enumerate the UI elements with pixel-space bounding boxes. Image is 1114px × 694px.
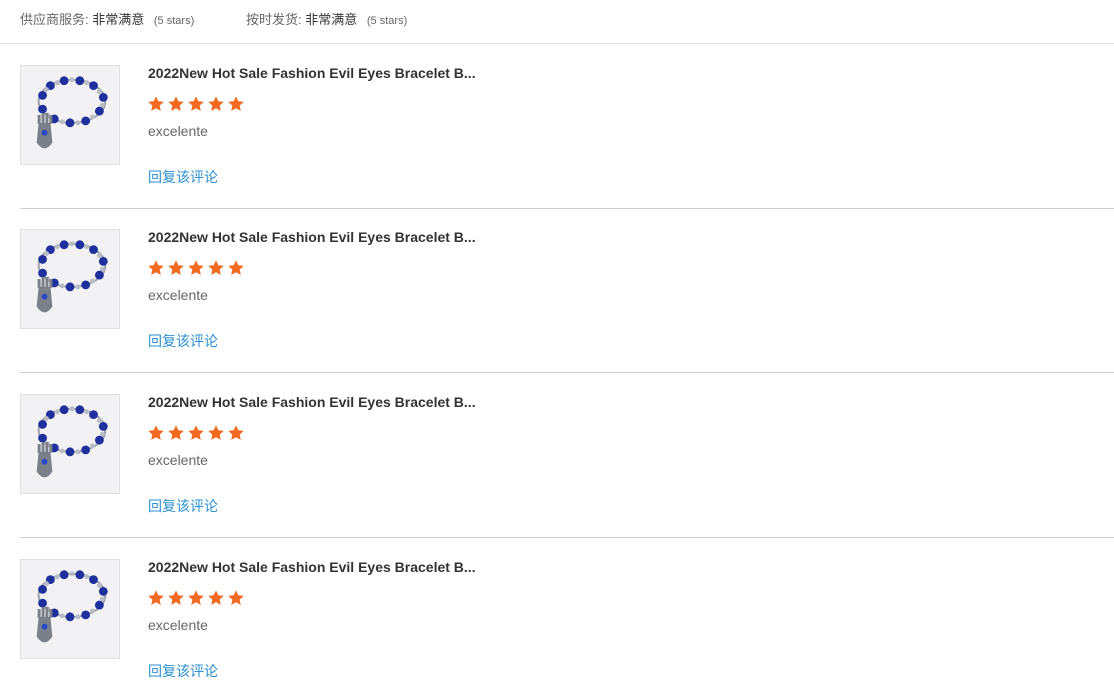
on-time-shipping-label: 按时发货: [246,12,302,27]
star-icon [148,425,164,440]
on-time-shipping-value: 非常满意 [305,12,358,27]
review-item: 2022New Hot Sale Fashion Evil Eyes Brace… [20,209,1114,373]
feedback-page: 供应商服务: 非常满意 (5 stars) 按时发货: 非常满意 (5 star… [0,0,1114,694]
bracelet-image[interactable] [20,559,120,659]
star-icon [228,260,244,275]
product-title[interactable]: 2022New Hot Sale Fashion Evil Eyes Brace… [148,559,476,576]
product-title[interactable]: 2022New Hot Sale Fashion Evil Eyes Brace… [148,65,476,82]
star-icon [208,96,224,111]
reply-review-link[interactable]: 回复该评论 [148,663,218,679]
star-icon [188,590,204,605]
supplier-service-label: 供应商服务: [20,12,89,27]
review-text: excelente [148,287,208,303]
reply-review-link[interactable]: 回复该评论 [148,333,218,349]
bracelet-image-icon [21,66,119,164]
bracelet-image-icon [21,395,119,493]
product-title[interactable]: 2022New Hot Sale Fashion Evil Eyes Brace… [148,394,476,411]
bracelet-image[interactable] [20,65,120,165]
supplier-service-stars-note: (5 stars) [153,15,195,27]
star-rating [147,589,245,607]
bracelet-image[interactable] [20,229,120,329]
on-time-shipping-rating: 按时发货: 非常满意 (5 stars) [246,12,407,29]
reply-review-link[interactable]: 回复该评论 [148,498,218,514]
star-icon [208,425,224,440]
bracelet-image-icon [21,560,119,658]
star-icon [228,425,244,440]
star-rating [147,95,245,113]
star-icon [168,260,184,275]
reply-review-link[interactable]: 回复该评论 [148,169,218,185]
star-icon [168,590,184,605]
star-rating [147,259,245,277]
rating-summary-bar: 供应商服务: 非常满意 (5 stars) 按时发货: 非常满意 (5 star… [0,0,1114,44]
star-icon [148,96,164,111]
star-icon [148,260,164,275]
review-item: 2022New Hot Sale Fashion Evil Eyes Brace… [20,374,1114,538]
star-icon [168,96,184,111]
star-icon [188,96,204,111]
star-icon [228,590,244,605]
star-icon [188,260,204,275]
review-text: excelente [148,617,208,633]
product-title[interactable]: 2022New Hot Sale Fashion Evil Eyes Brace… [148,229,476,246]
bracelet-image-icon [21,230,119,328]
on-time-shipping-stars-note: (5 stars) [366,15,408,27]
star-icon [208,590,224,605]
star-icon [208,260,224,275]
review-item: 2022New Hot Sale Fashion Evil Eyes Brace… [20,45,1114,209]
supplier-service-value: 非常满意 [92,12,145,27]
review-item: 2022New Hot Sale Fashion Evil Eyes Brace… [20,539,1114,694]
star-rating [147,424,245,442]
supplier-service-rating: 供应商服务: 非常满意 (5 stars) [20,12,194,29]
star-icon [148,590,164,605]
review-text: excelente [148,123,208,139]
star-icon [168,425,184,440]
star-icon [228,96,244,111]
bracelet-image[interactable] [20,394,120,494]
review-text: excelente [148,452,208,468]
star-icon [188,425,204,440]
